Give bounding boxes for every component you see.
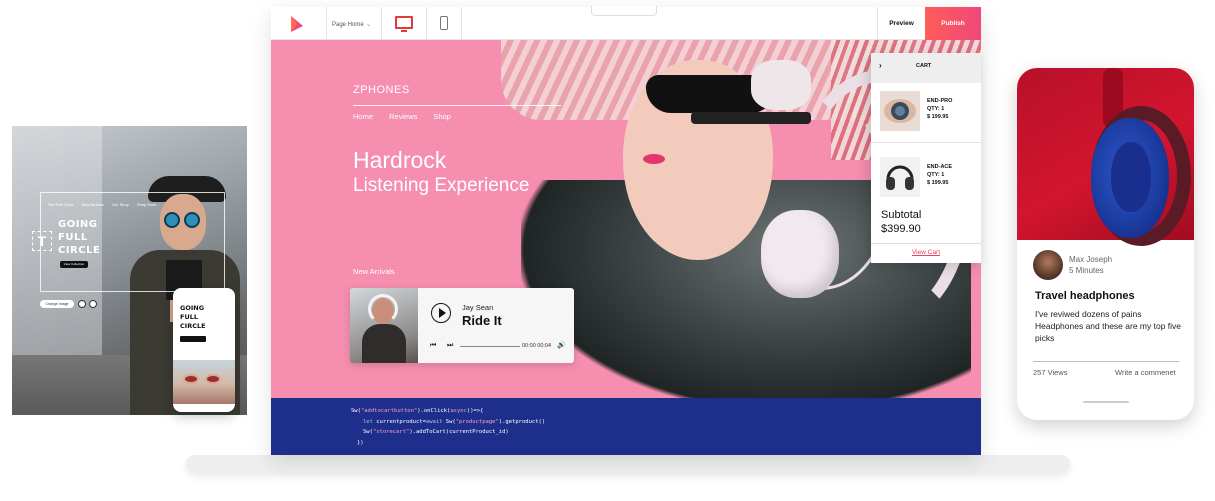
settings-icon[interactable] [78,300,86,308]
template-nav-item[interactable]: Shop More [137,202,157,207]
code-line: }) [357,440,364,446]
template-nav: Sell Full Circle New Arrivals Our Story … [48,202,157,207]
play-icon[interactable] [431,303,451,323]
next-track-icon[interactable]: ⏭ [447,342,453,350]
code-line: let currentproduct=await Sw("productpage… [363,419,546,425]
site-brand[interactable]: ZPHONES [353,84,410,96]
toolbar-drag-handle[interactable] [591,6,657,16]
mobile-template-title: GOING FULL CIRCLE [180,304,206,330]
chevron-right-icon[interactable]: › [879,61,882,70]
track-progress-bar[interactable] [460,346,520,347]
marketing-stage: Sell Full Circle New Arrivals Our Story … [0,0,1215,501]
hero-subheadline: Listening Experience [353,175,530,196]
product-thumbnail [880,91,920,131]
chevron-down-icon: ⌄ [365,21,372,28]
brand-divider [353,105,561,106]
cart-item-qty: QTY: 1 [927,106,945,112]
site-nav: Home Reviews Shop [353,112,451,121]
author-name[interactable]: Max Joseph [1069,255,1112,264]
text-tool-icon[interactable]: T [32,231,52,251]
mobile-blog-phone: Max Joseph 5 Minutes Travel headphones I… [1017,68,1194,420]
code-panel: Sw("addtocartbutton").onClick(async()=>{… [271,398,981,455]
nav-home[interactable]: Home [353,112,373,121]
editor-toolbar: Page Home ⌄ Preview Publish [271,6,981,40]
write-comment-link[interactable]: Write a commenet [1115,368,1176,377]
cart-item-price: $ 199.95 [927,114,949,120]
toolbar-divider [326,7,327,40]
avatar[interactable] [1033,250,1063,280]
cart-divider [871,142,981,143]
album-art [350,288,418,363]
hero-headline: Hardrock [353,147,447,173]
page-select-label: Page Home [332,22,364,28]
view-collection-button[interactable]: View Collection [60,261,88,268]
cart-item[interactable]: END-ACE QTY: 1 $ 199.95 [871,149,981,209]
track-time: 00:00 00:04 [522,343,552,349]
subtotal-value: $399.90 [881,223,921,235]
view-cart-link[interactable]: View Cart [871,249,981,256]
home-indicator [1083,401,1129,403]
delete-icon[interactable] [89,300,97,308]
sunglasses-image [173,360,235,404]
mobile-cta-button[interactable] [180,336,206,342]
read-time: 5 Minutes [1069,266,1104,275]
change-image-button[interactable]: Change Image [40,300,74,308]
music-player-widget: Jay Sean Ride It ⏮ ⏭ 00:00 00:04 🔊 [350,288,574,363]
template-nav-item[interactable]: Sell Full Circle [48,202,74,207]
code-line: Sw("addtocartbutton").onClick(async()=>{ [351,408,484,414]
mobile-view-icon[interactable] [440,16,448,30]
brand-logo-icon[interactable] [289,15,305,33]
page-select[interactable]: Page Home ⌄ [332,20,372,28]
preview-button[interactable]: Preview [877,7,925,40]
cart-item[interactable]: END-PRO QTY: 1 $ 199.95 [871,83,981,143]
sunglasses-lens [183,374,199,384]
model-lips [643,154,665,164]
desktop-view-icon[interactable] [395,16,413,32]
headphone-cup [761,210,839,298]
device-base-shadow [186,455,1070,473]
template-nav-item[interactable]: New Arrivals [82,202,104,207]
toolbar-divider [426,7,427,40]
nav-shop[interactable]: Shop [433,112,451,121]
song-title: Ride It [462,313,502,328]
artist-name: Jay Sean [462,303,494,312]
headphone-cushion [1111,142,1151,212]
cart-item-name: END-ACE [927,164,953,170]
mobile-preview-phone: GOING FULL CIRCLE [173,288,235,412]
volume-icon[interactable]: 🔊 [557,341,566,349]
previous-track-icon[interactable]: ⏮ [430,342,436,350]
cart-divider [871,243,981,244]
cart-panel: › CART END-PRO QTY: 1 $ 199.95 END-ACE Q… [871,53,981,263]
cart-item-name: END-PRO [927,98,953,104]
cart-title: CART [916,63,932,69]
cart-header: › CART [871,53,981,83]
nav-reviews[interactable]: Reviews [389,112,417,121]
toolbar-divider [381,7,382,40]
post-excerpt: I've reviwed dozens of pains Headphones … [1035,309,1182,343]
product-thumbnail [880,157,920,197]
code-line: Sw("storecart").addToCart(currentProduct… [363,429,509,435]
template-title: GOING FULL CIRCLE [58,219,101,256]
view-count: 257 Views [1033,368,1068,377]
template-nav-item[interactable]: Our Story [112,202,129,207]
cart-item-qty: QTY: 1 [927,172,945,178]
sunglasses-lens [205,374,221,384]
publish-button[interactable]: Publish [925,7,981,40]
cart-item-price: $ 199.95 [927,180,949,186]
new-arrivals-label: New Arrivals [353,267,395,276]
toolbar-divider [461,7,462,40]
post-divider [1033,361,1179,362]
subtotal-label: Subtotal [881,209,922,221]
post-title[interactable]: Travel headphones [1035,290,1135,302]
